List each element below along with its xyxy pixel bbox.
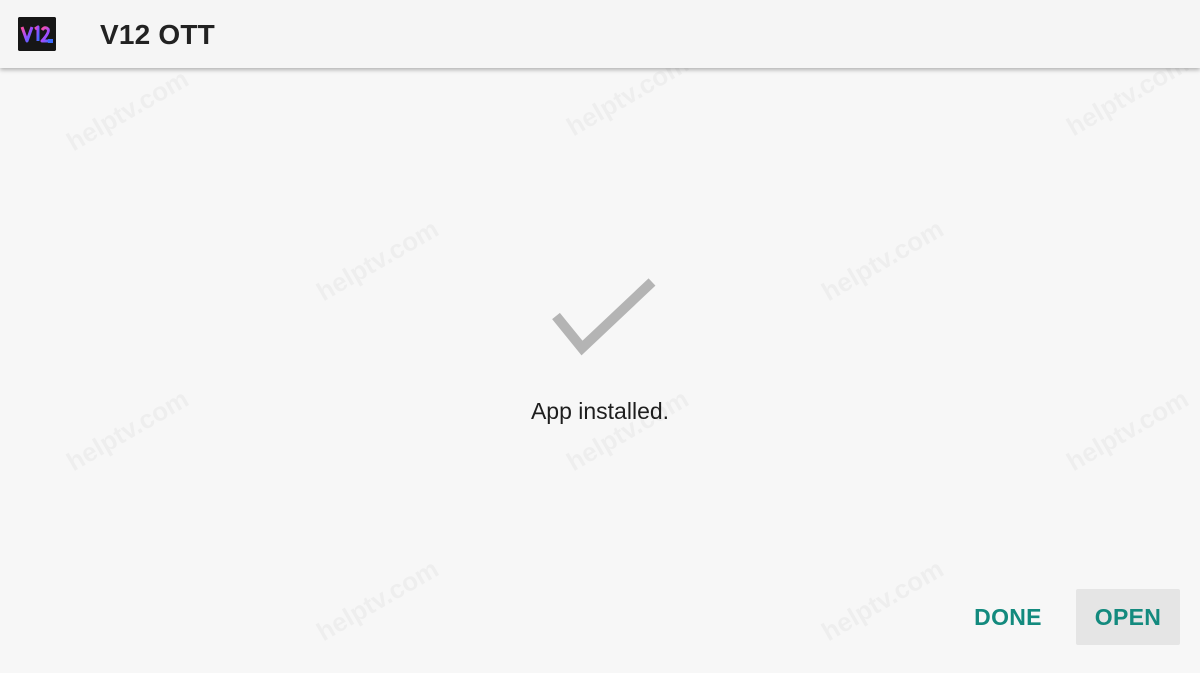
checkmark-icon	[552, 278, 658, 360]
watermark: helptv.com	[1061, 383, 1194, 478]
v12-app-icon	[18, 17, 56, 51]
install-result-screen: V12 OTT helptv.com helptv.com helptv.com…	[0, 0, 1200, 673]
watermark: helptv.com	[61, 383, 194, 478]
watermark: helptv.com	[311, 553, 444, 648]
app-title: V12 OTT	[100, 19, 215, 50]
watermark: helptv.com	[311, 213, 444, 308]
watermark: helptv.com	[816, 553, 949, 648]
install-status-message: App installed.	[530, 398, 670, 424]
watermark: helptv.com	[61, 63, 194, 158]
watermark: helptv.com	[816, 213, 949, 308]
done-button[interactable]: DONE	[964, 589, 1052, 645]
open-button[interactable]: OPEN	[1076, 589, 1180, 645]
app-bar: V12 OTT	[0, 0, 1200, 68]
